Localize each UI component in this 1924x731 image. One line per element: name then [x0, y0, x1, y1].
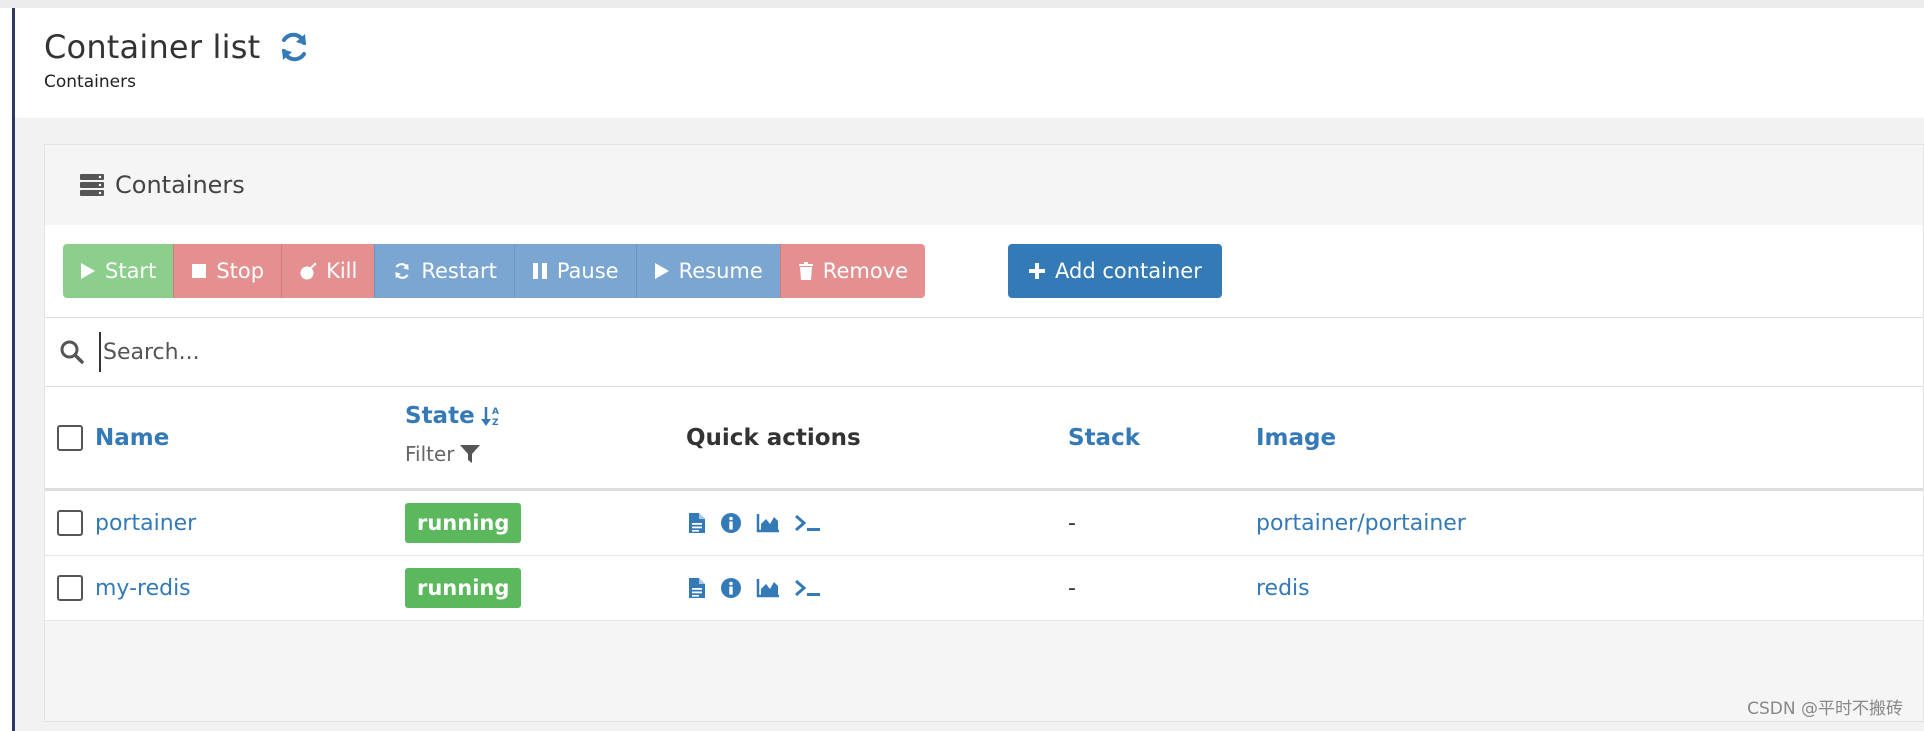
stack-value: -	[1068, 510, 1076, 536]
svg-text:A: A	[492, 407, 499, 417]
image-header-cell: Image	[1256, 387, 1336, 488]
main-area: Containers Start Stop Kill Restart Pause…	[15, 118, 1924, 731]
bomb-icon	[299, 262, 317, 280]
breadcrumb: Containers	[44, 72, 136, 92]
name-column-header[interactable]: Name	[95, 425, 169, 451]
image-link[interactable]: portainer/portainer	[1256, 511, 1466, 536]
search-icon	[59, 339, 85, 365]
pause-button[interactable]: Pause	[513, 244, 636, 298]
pause-button-label: Pause	[556, 259, 619, 283]
plus-icon	[1028, 262, 1046, 280]
quick-actions-cell	[688, 491, 836, 555]
stack-cell: -	[1068, 556, 1076, 620]
select-all-checkbox[interactable]	[57, 424, 83, 451]
container-name-link[interactable]: portainer	[95, 511, 196, 536]
select-all-cell	[57, 387, 83, 488]
server-icon	[79, 173, 105, 197]
state-filter-cell: Filter	[405, 439, 481, 469]
state-column-header[interactable]: State	[405, 403, 475, 429]
state-filter-label: Filter	[405, 442, 455, 466]
name-cell: my-redis	[95, 556, 191, 620]
quick-actions-column-header: Quick actions	[686, 424, 861, 451]
page-title: Container list	[44, 28, 261, 66]
image-cell: portainer/portainer	[1256, 491, 1466, 555]
chart-icon[interactable]	[756, 578, 780, 598]
search-input[interactable]	[99, 332, 1799, 372]
start-button[interactable]: Start	[63, 244, 174, 298]
info-icon[interactable]	[720, 577, 742, 599]
pause-icon	[532, 262, 548, 280]
panel-title: Containers	[115, 171, 245, 199]
container-action-group: Start Stop Kill Restart Pause Resume Rem…	[63, 244, 926, 298]
play-icon	[654, 262, 670, 280]
terminal-icon[interactable]	[794, 513, 822, 533]
file-icon[interactable]	[688, 577, 706, 599]
stack-value: -	[1068, 575, 1076, 601]
top-strip	[0, 0, 1924, 8]
table-header: Name State AZ Filter Quick actions Stack…	[45, 387, 1923, 491]
resume-button-label: Resume	[678, 259, 763, 283]
file-icon[interactable]	[688, 512, 706, 534]
trash-icon	[798, 262, 814, 280]
state-cell: running	[405, 556, 522, 620]
page-header: Container list Containers	[15, 8, 1924, 118]
image-column-header[interactable]: Image	[1256, 425, 1336, 451]
containers-panel: Containers Start Stop Kill Restart Pause…	[44, 144, 1924, 722]
status-badge: running	[405, 568, 522, 608]
restart-button[interactable]: Restart	[374, 244, 514, 298]
start-button-label: Start	[105, 259, 157, 283]
terminal-icon[interactable]	[794, 578, 822, 598]
title-row: Container list	[44, 28, 312, 66]
name-header-cell: Name	[95, 387, 169, 488]
quick-actions-header-cell: Quick actions	[686, 387, 861, 488]
resume-button[interactable]: Resume	[635, 244, 780, 298]
watermark: CSDN @平时不搬砖	[1747, 699, 1903, 719]
image-cell: redis	[1256, 556, 1310, 620]
stack-header-cell: Stack	[1068, 387, 1140, 488]
table-row: portainer running - portainer/portainer	[45, 491, 1923, 556]
containers-table: Name State AZ Filter Quick actions Stack…	[45, 387, 1923, 621]
stop-icon	[191, 263, 207, 279]
panel-heading: Containers	[45, 145, 1923, 225]
stop-button[interactable]: Stop	[173, 244, 282, 298]
state-cell: running	[405, 491, 522, 555]
state-filter-toggle[interactable]: Filter	[405, 442, 481, 466]
name-cell: portainer	[95, 491, 196, 555]
remove-button-label: Remove	[822, 259, 909, 283]
stop-button-label: Stop	[216, 259, 265, 283]
stack-cell: -	[1068, 491, 1076, 555]
status-badge: running	[405, 503, 522, 543]
info-icon[interactable]	[720, 512, 742, 534]
kill-button[interactable]: Kill	[281, 244, 375, 298]
refresh-icon[interactable]	[276, 29, 312, 65]
stack-column-header[interactable]: Stack	[1068, 425, 1140, 451]
row-checkbox[interactable]	[57, 510, 83, 536]
svg-text:Z: Z	[492, 418, 499, 427]
refresh-icon	[392, 261, 412, 281]
chart-icon[interactable]	[756, 513, 780, 533]
sort-icon[interactable]: AZ	[480, 405, 501, 427]
remove-button[interactable]: Remove	[779, 244, 926, 298]
container-name-link[interactable]: my-redis	[95, 576, 191, 601]
state-header-cell: State AZ	[405, 401, 501, 431]
image-link[interactable]: redis	[1256, 576, 1310, 601]
play-icon	[80, 262, 96, 280]
row-select-cell	[57, 556, 83, 620]
table-row: my-redis running - redis	[45, 556, 1923, 621]
search-bar	[45, 317, 1923, 387]
add-container-label: Add container	[1055, 259, 1202, 283]
actions-toolbar: Start Stop Kill Restart Pause Resume Rem…	[45, 225, 1923, 317]
quick-actions-cell	[688, 556, 836, 620]
row-checkbox[interactable]	[57, 575, 83, 601]
filter-icon	[459, 443, 481, 465]
restart-button-label: Restart	[421, 259, 497, 283]
add-container-button[interactable]: Add container	[1008, 244, 1222, 298]
kill-button-label: Kill	[326, 259, 358, 283]
row-select-cell	[57, 491, 83, 555]
